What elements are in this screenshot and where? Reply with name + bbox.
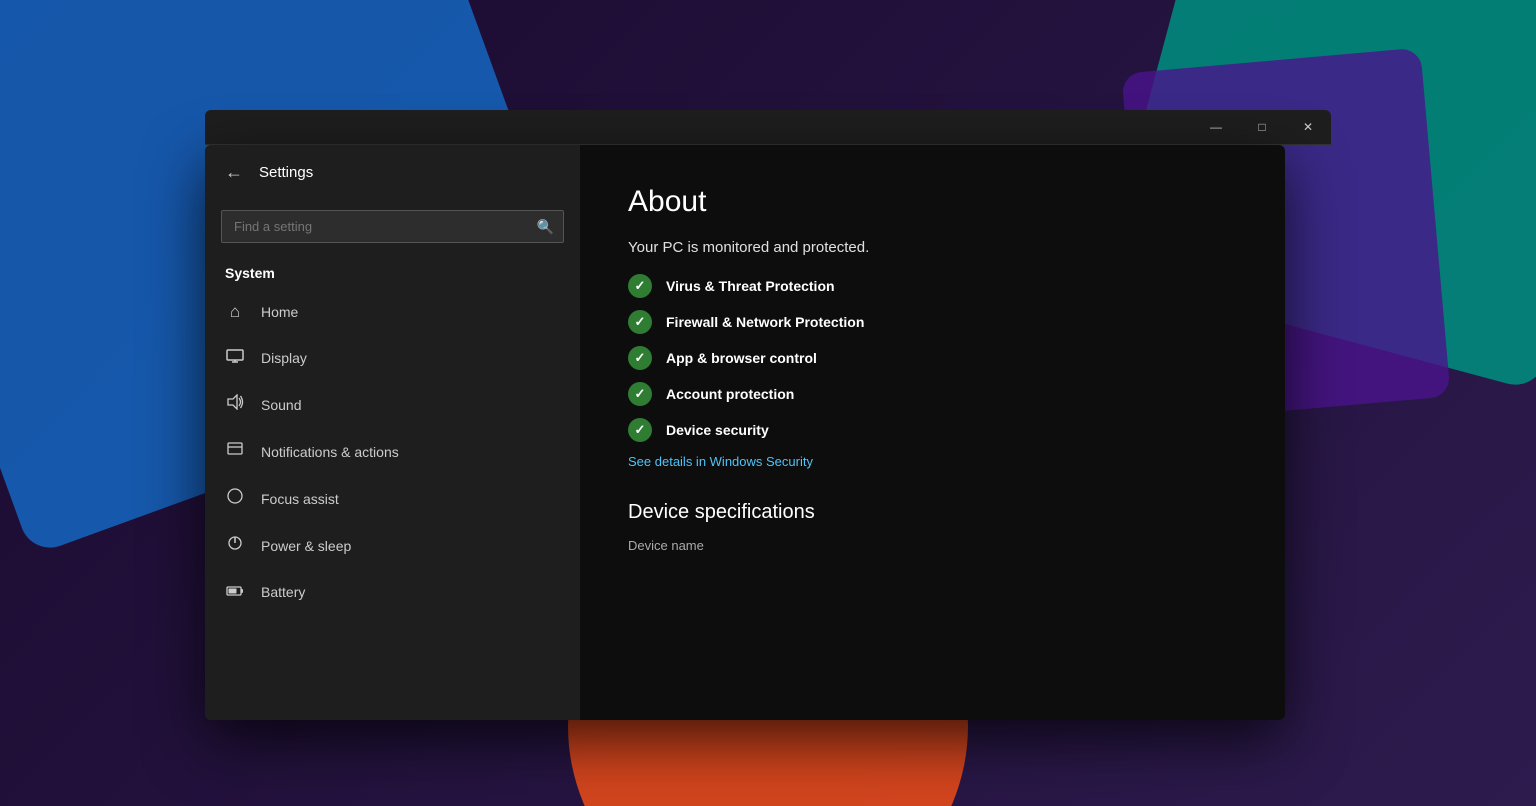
sidebar-item-power-label: Power & sleep [261, 538, 351, 554]
minimize-button[interactable]: — [1193, 110, 1239, 145]
battery-icon [225, 582, 245, 602]
search-input[interactable] [221, 210, 564, 243]
security-label-0: Virus & Threat Protection [666, 278, 835, 294]
back-button[interactable]: ← [225, 162, 243, 183]
security-label-4: Device security [666, 422, 769, 438]
display-icon [225, 348, 245, 368]
maximize-button[interactable]: □ [1239, 110, 1285, 145]
sidebar-item-display[interactable]: Display [205, 335, 580, 381]
check-icon-0 [628, 274, 652, 298]
check-icon-2 [628, 346, 652, 370]
sidebar-item-notifications-label: Notifications & actions [261, 444, 399, 460]
device-name-label: Device name [628, 538, 1237, 553]
security-item-4: Device security [628, 418, 1237, 442]
security-label-3: Account protection [666, 386, 794, 402]
sidebar-item-battery-label: Battery [261, 584, 305, 600]
sidebar-item-focus[interactable]: Focus assist [205, 475, 580, 522]
device-spec-title: Device specifications [628, 501, 1237, 524]
sidebar-item-sound[interactable]: Sound [205, 381, 580, 428]
sidebar-item-focus-label: Focus assist [261, 491, 339, 507]
sidebar-item-power[interactable]: Power & sleep [205, 522, 580, 569]
sidebar-item-sound-label: Sound [261, 397, 301, 413]
sidebar-item-home[interactable]: ⌂ Home [205, 289, 580, 335]
sound-icon [225, 394, 245, 415]
search-box: 🔍 [221, 210, 564, 243]
main-content: About Your PC is monitored and protected… [580, 145, 1285, 720]
home-icon: ⌂ [225, 302, 245, 322]
security-label-2: App & browser control [666, 350, 817, 366]
security-item-3: Account protection [628, 382, 1237, 406]
sidebar-item-notifications[interactable]: Notifications & actions [205, 428, 580, 475]
windows-security-link[interactable]: See details in Windows Security [628, 454, 1237, 469]
check-icon-3 [628, 382, 652, 406]
check-icon-4 [628, 418, 652, 442]
sidebar: ← Settings 🔍 System ⌂ Home Display [205, 145, 580, 720]
settings-window: ← Settings 🔍 System ⌂ Home Display [205, 145, 1285, 720]
security-item-1: Firewall & Network Protection [628, 310, 1237, 334]
close-button[interactable]: ✕ [1285, 110, 1331, 145]
app-title: Settings [259, 164, 313, 181]
sidebar-item-battery[interactable]: Battery [205, 569, 580, 615]
sidebar-item-display-label: Display [261, 350, 307, 366]
page-title: About [628, 185, 1237, 219]
security-item-2: App & browser control [628, 346, 1237, 370]
security-item-0: Virus & Threat Protection [628, 274, 1237, 298]
system-section-label: System [205, 253, 580, 289]
titlebar: — □ ✕ [205, 110, 1331, 145]
notifications-icon [225, 441, 245, 462]
search-icon: 🔍 [537, 218, 554, 235]
subtitle: Your PC is monitored and protected. [628, 239, 1237, 256]
power-icon [225, 535, 245, 556]
focus-icon [225, 488, 245, 509]
security-label-1: Firewall & Network Protection [666, 314, 864, 330]
sidebar-item-home-label: Home [261, 304, 298, 320]
check-icon-1 [628, 310, 652, 334]
sidebar-header: ← Settings [205, 145, 580, 200]
